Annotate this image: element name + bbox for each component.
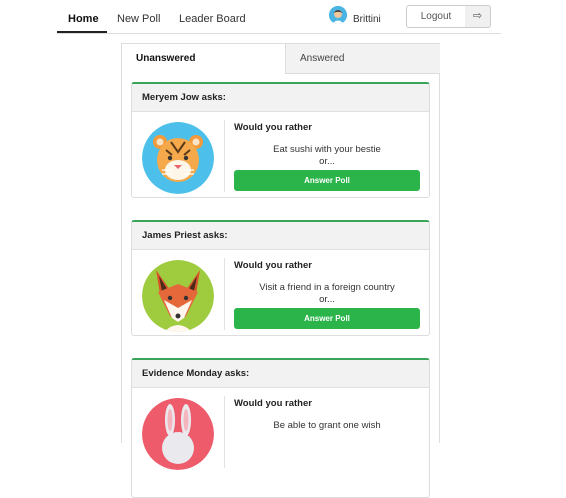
tiger-avatar <box>142 122 214 194</box>
top-navbar: Home New Poll Leader Board Brittini Logo… <box>0 0 566 36</box>
answer-poll-button[interactable]: Answer Poll <box>234 308 420 329</box>
card-divider <box>224 396 225 468</box>
answer-poll-button[interactable]: Answer Poll <box>234 170 420 191</box>
user-avatar <box>329 6 347 24</box>
user-name: Brittini <box>353 14 381 25</box>
option-one-text: Visit a friend in a foreign country <box>259 282 395 293</box>
question-card: Evidence Monday asks: Would you rather B… <box>131 358 430 498</box>
logout-button[interactable]: Logout <box>406 5 466 28</box>
card-divider <box>224 120 225 192</box>
question-author: Meryem Jow asks: <box>132 84 429 112</box>
card-divider <box>224 258 225 330</box>
question-author: Evidence Monday asks: <box>132 360 429 388</box>
question-prompt: Would you rather <box>234 122 312 133</box>
or-text: or... <box>319 156 335 167</box>
rabbit-avatar <box>142 398 214 470</box>
option-one-text: Eat sushi with your bestie <box>273 144 381 155</box>
question-prompt: Would you rather <box>234 260 312 271</box>
fox-avatar <box>142 260 214 332</box>
navbar-divider <box>57 33 501 34</box>
nav-leader-board-link[interactable]: Leader Board <box>179 13 246 25</box>
nav-new-poll-link[interactable]: New Poll <box>117 13 160 25</box>
questions-panel: Unanswered Answered Meryem Jow asks: Wou… <box>121 43 440 498</box>
or-text: or... <box>319 294 335 305</box>
sign-out-icon[interactable]: ⇨ <box>465 5 491 28</box>
question-card: Meryem Jow asks: Would you rather Eat su… <box>131 82 430 198</box>
tab-answered[interactable]: Answered <box>286 44 440 74</box>
nav-home-link[interactable]: Home <box>68 13 99 25</box>
tab-unanswered[interactable]: Unanswered <box>122 44 286 74</box>
question-prompt: Would you rather <box>234 398 312 409</box>
question-author: James Priest asks: <box>132 222 429 250</box>
option-one-text: Be able to grant one wish <box>273 420 381 431</box>
question-card: James Priest asks: Would you rather Visi… <box>131 220 430 336</box>
